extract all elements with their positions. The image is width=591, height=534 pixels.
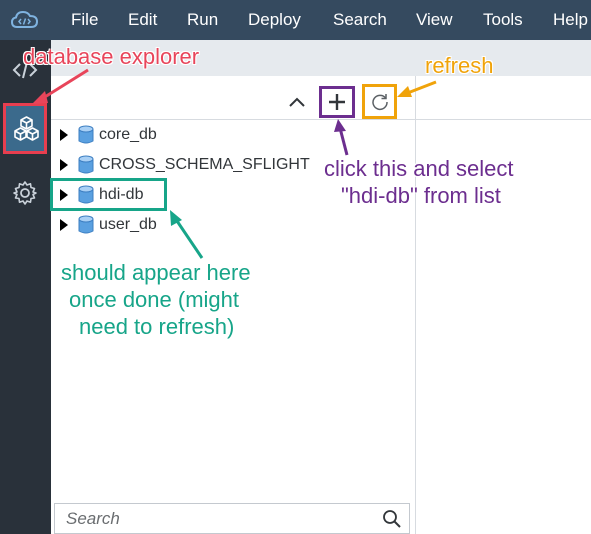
- menu-help[interactable]: Help: [553, 0, 588, 40]
- annotation-appear-line3: need to refresh): [79, 314, 235, 339]
- expand-caret-icon[interactable]: [60, 159, 68, 171]
- editor-area: [416, 76, 591, 534]
- tree-item-user-db[interactable]: user_db: [56, 212, 157, 238]
- database-icon: [78, 125, 94, 144]
- tree-item-cross-schema-sflight[interactable]: CROSS_SCHEMA_SFLIGHT: [56, 152, 310, 178]
- annotation-refresh: refresh: [425, 53, 494, 78]
- expand-caret-icon[interactable]: [60, 219, 68, 231]
- annotation-database-explorer: database explorer: [23, 44, 200, 69]
- toolbar-divider: [51, 119, 416, 120]
- menu-view[interactable]: View: [416, 0, 453, 40]
- annotation-appear-line1: should appear here: [61, 260, 251, 285]
- expand-caret-icon[interactable]: [60, 129, 68, 141]
- database-explorer-button[interactable]: [3, 103, 47, 154]
- menu-file[interactable]: File: [71, 0, 98, 40]
- search-input[interactable]: [55, 504, 386, 533]
- annotation-appear-line2: once done (might: [69, 287, 239, 312]
- database-icon: [78, 155, 94, 174]
- menu-tools[interactable]: Tools: [483, 0, 523, 40]
- add-database-button[interactable]: [319, 86, 355, 118]
- tree-item-label: CROSS_SCHEMA_SFLIGHT: [99, 156, 310, 173]
- plus-icon: [329, 94, 345, 110]
- chevron-up-icon[interactable]: [287, 95, 307, 109]
- tree-item-core-db[interactable]: core_db: [56, 122, 157, 148]
- search-bar: [54, 503, 410, 534]
- database-cubes-icon: [14, 116, 39, 141]
- refresh-button[interactable]: [362, 84, 397, 119]
- hdi-db-highlight-box: [50, 178, 167, 211]
- menu-search[interactable]: Search: [333, 0, 387, 40]
- annotation-click-line2: "hdi-db" from list: [341, 183, 501, 208]
- database-icon: [78, 215, 94, 234]
- cloud-code-icon[interactable]: [10, 9, 40, 31]
- gear-icon[interactable]: [10, 178, 40, 208]
- menu-run[interactable]: Run: [187, 0, 218, 40]
- search-icon[interactable]: [382, 509, 402, 529]
- tree-item-label: core_db: [99, 126, 157, 143]
- menu-edit[interactable]: Edit: [128, 0, 157, 40]
- refresh-icon: [371, 93, 388, 110]
- menu-deploy[interactable]: Deploy: [248, 0, 301, 40]
- annotation-click-line1: click this and select: [324, 156, 514, 181]
- tree-item-label: user_db: [99, 216, 157, 233]
- menu-bar: File Edit Run Deploy Search View Tools H…: [0, 0, 591, 40]
